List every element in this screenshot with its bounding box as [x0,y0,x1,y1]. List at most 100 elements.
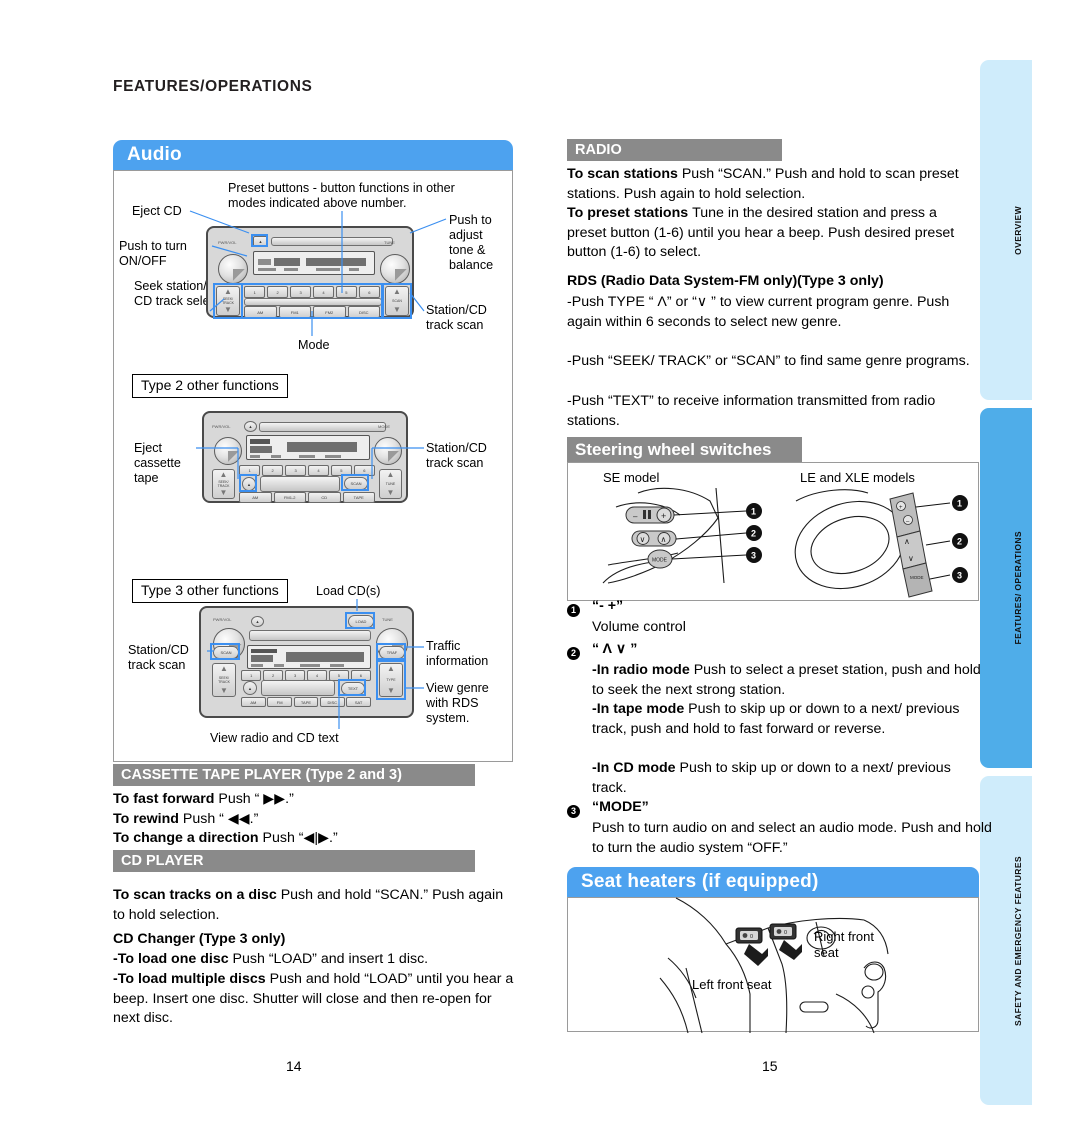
radio-preset-instruction: To preset stations Tune in the desired s… [567,205,955,261]
eject-cd-button[interactable]: ▲ [253,236,268,247]
mode-button-disc[interactable]: DISC [347,306,380,318]
callout-push-to-turn-on-off: Push to turn ON/OFF [119,239,187,268]
scan-button[interactable]: SCAN [213,646,239,659]
preset-button[interactable]: 6 [358,286,381,298]
svg-text:–: – [906,519,910,525]
tune-knob-label: TUNE [384,240,395,245]
callout-station-cd-track-scan-2: Station/CD track scan [426,441,487,470]
svg-text:0: 0 [750,934,753,940]
load-button[interactable]: LOAD [348,615,374,628]
preset-button[interactable]: 4 [312,286,335,298]
preset-button[interactable]: 6 [350,670,372,681]
preset-button[interactable]: 3 [289,286,312,298]
preset-button[interactable]: 4 [307,465,330,476]
preset-button[interactable]: 2 [266,286,289,298]
power-volume-knob[interactable] [218,254,248,284]
eject-cassette-button[interactable]: ▲ [243,681,257,695]
radio-display [246,435,370,460]
svg-text:2: 2 [751,529,756,539]
audio-figure-box: Preset buttons - button functions in oth… [113,170,513,762]
callout-eject-cassette-tape: Eject cassette tape [134,441,181,485]
seek-track-rocker[interactable]: ▲ SEEK/ TRACK ▼ [216,286,240,316]
le-xle-model-label: LE and XLE models [800,470,915,485]
page-number-right: 15 [762,1058,778,1074]
cassette-line-rewind: To rewind Push “ ◀◀.” [113,810,259,827]
power-volume-knob[interactable] [214,437,242,465]
eject-cassette-button[interactable]: ▲ [242,477,256,491]
eject-cd-button[interactable]: ▲ [251,616,264,627]
steering-figure-box: SE model LE and XLE models – + ∨ ∧ MODE … [567,462,979,601]
scan-button[interactable]: SCAN [344,477,368,490]
page-left: FEATURES/OPERATIONS Audio Preset buttons… [0,0,540,1144]
bullet-3: 3 [567,805,580,819]
traffic-button[interactable]: TRAF [379,646,405,659]
rds-heading: RDS (Radio Data System-FM only)(Type 3 o… [567,273,884,289]
power-volume-knob-label: PWR/VOL [218,240,237,245]
legend-text-volume-control: Volume control [592,619,686,635]
callout-view-genre-rds: View genre with RDS system. [426,681,489,725]
se-callout-markers: 1 2 3 [746,503,762,563]
mode-button-tape[interactable]: TAPE [293,697,319,707]
chapter-title: FEATURES/OPERATIONS [113,78,313,95]
preset-button[interactable]: 1 [241,670,262,681]
svg-text:3: 3 [957,571,962,581]
mode-button-fm[interactable]: FM1-2 [273,492,306,503]
cd-load-multiple-discs: -To load multiple discs Push and hold “L… [113,971,514,1027]
preset-button-row: 1 2 3 4 5 6 [241,670,372,681]
se-model-label: SE model [603,470,660,485]
svg-text:∨: ∨ [640,535,646,544]
mode-button-disc[interactable]: DISC [319,697,345,707]
type-rocker[interactable]: ▲ TYPE ▼ [379,663,403,697]
svg-text:∨: ∨ [908,554,914,563]
chevron-up-icon: ▲ [224,287,232,296]
mode-knob[interactable] [374,437,402,465]
eject-cd-button[interactable]: ▲ [244,421,257,432]
cassette-instructions: To fast forward Push “ ▶▶.” To rewind Pu… [113,790,513,849]
svg-text:+: + [899,505,903,511]
preset-button[interactable]: 5 [335,286,358,298]
legend-text-tape-mode: -In tape mode Push to skip up or down to… [592,701,960,737]
section-header-audio-label: Audio [127,144,182,165]
preset-button-row: 1 2 3 4 5 6 [239,465,376,476]
preset-button[interactable]: 2 [261,465,284,476]
tune-rocker[interactable]: ▲ TUNE ▼ [379,469,402,499]
pointer-arrows [744,940,802,966]
legend-marker-2: 2 [567,645,580,663]
mode-button-row: AM FM1 FM2 DISC [244,306,380,318]
mode-button-row: AM FM TAPE DISC SAT [241,697,371,707]
mode-button-am[interactable]: AM [244,306,277,318]
svg-text:∧: ∧ [661,535,667,544]
preset-button[interactable]: 3 [284,465,307,476]
tune-tone-knob[interactable] [380,254,410,284]
mode-button-tape[interactable]: TAPE [342,492,375,503]
preset-button[interactable]: 1 [244,286,266,298]
section-header-cassette: CASSETTE TAPE PLAYER (Type 2 and 3) [113,764,475,786]
scan-rocker[interactable]: ▲ SCAN ▼ [385,286,409,316]
mode-button-fm1[interactable]: FM1 [278,306,311,318]
svg-text:2: 2 [957,537,962,547]
seek-track-rocker[interactable]: ▲ SEEK/ TRACK ▼ [212,469,235,499]
mode-button-fm[interactable]: FM [267,697,293,707]
head-unit-type1: PWR/VOL ▲ TUNE ▲ SEEK/ TRACK ▼ ▲ SCAN ▼ … [206,226,414,319]
legend-marker-3: 3 [567,803,580,821]
mode-button-am[interactable]: AM [241,697,266,707]
left-seat-heater-switch: 0 [735,927,763,944]
seek-track-rocker[interactable]: ▲ SEEK/ TRACK ▼ [212,663,236,697]
mode-button-fm2[interactable]: FM2 [313,306,346,318]
preset-button[interactable]: 1 [239,465,261,476]
rds-line-type: -Push TYPE “ Λ” or “∨ ” to view current … [567,294,950,330]
cassette-line-fast-forward: To fast forward Push “ ▶▶.” [113,791,294,807]
right-seat-heater-switch: 0 [769,923,797,940]
chevron-down-icon: ▼ [393,305,401,314]
legend-text-mode: Push to turn audio on and select an audi… [592,820,992,856]
preset-button[interactable]: 5 [330,465,353,476]
mode-button-am[interactable]: AM [239,492,272,503]
cd-slot [249,630,371,641]
callout-eject-cd: Eject CD [132,204,182,218]
text-button[interactable]: TEXT [341,682,365,695]
cd-slot [271,237,393,246]
mode-button-sat[interactable]: SAT [346,697,371,707]
chevron-down-icon: ▼ [224,305,232,314]
preset-button[interactable]: 6 [353,465,376,476]
mode-button-cd[interactable]: CD [308,492,341,503]
